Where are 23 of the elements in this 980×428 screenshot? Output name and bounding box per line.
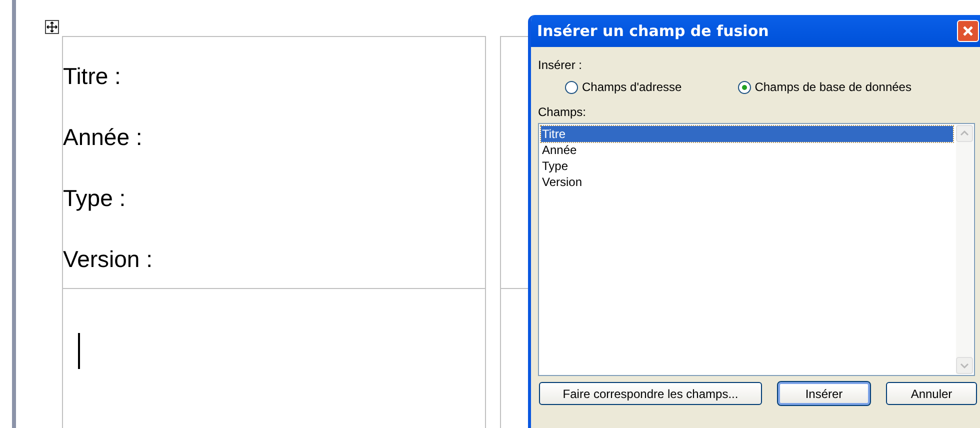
radio-label[interactable]: Champs de base de données xyxy=(754,78,912,96)
field-label: Année : xyxy=(63,123,144,152)
fields-label: Champs: xyxy=(538,104,588,121)
dialog-button[interactable]: Annuler xyxy=(886,382,977,405)
close-button[interactable] xyxy=(957,20,979,42)
list-item[interactable]: Type xyxy=(541,158,953,174)
radio-button[interactable] xyxy=(738,80,751,94)
field-label: Version : xyxy=(63,245,154,274)
list-item[interactable]: Titre xyxy=(541,126,953,142)
close-icon xyxy=(962,25,974,37)
text-cursor xyxy=(78,333,80,369)
radio-button[interactable] xyxy=(565,80,578,94)
fields-list[interactable]: Titre Année Type Version xyxy=(538,123,975,376)
move-handle-icon[interactable] xyxy=(45,20,59,34)
field-label: Type : xyxy=(63,184,127,213)
list-item[interactable]: Version xyxy=(541,174,953,190)
field-label: Titre : xyxy=(63,62,122,91)
dialog-button[interactable]: Insérer xyxy=(778,382,870,405)
window-title: Insérer un champ de fusion xyxy=(537,20,769,42)
insert-label: Insérer : xyxy=(538,57,584,74)
list-item[interactable]: Année xyxy=(541,142,953,158)
radio-label[interactable]: Champs d'adresse xyxy=(582,78,682,96)
dialog-button[interactable]: Faire correspondre les champs... xyxy=(539,382,762,405)
